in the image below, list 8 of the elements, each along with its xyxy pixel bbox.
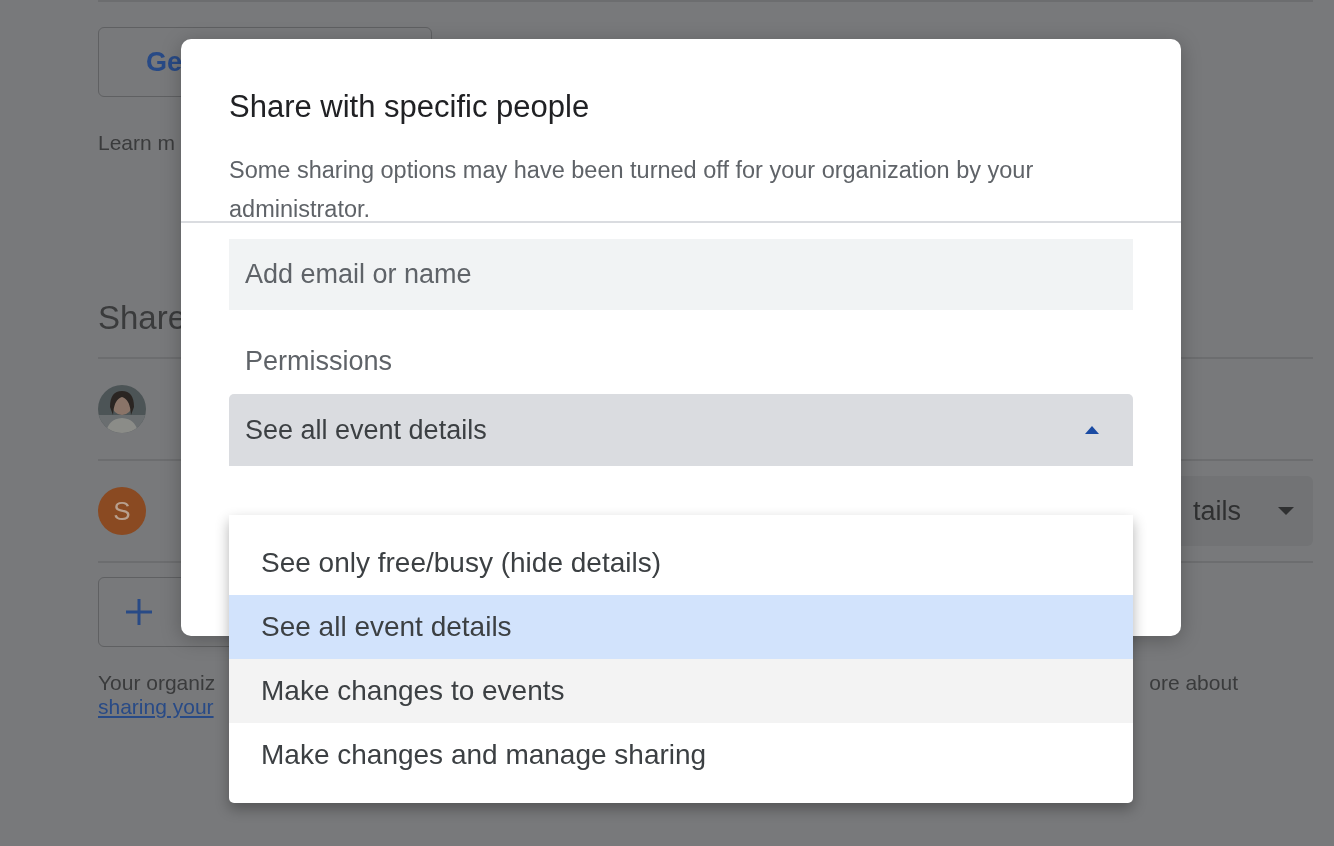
permissions-label: Permissions: [245, 346, 394, 376]
dialog-description: Some sharing options may have been turned off for your organization by your administrator.: [229, 156, 1035, 224]
dialog-title: Share with specific people: [229, 89, 591, 125]
section-title: Share: [98, 299, 188, 337]
avatar: S: [98, 487, 146, 535]
footer-text: ore about: [1149, 671, 1238, 695]
learn-more-text: Learn m: [98, 131, 177, 155]
footer-text: Your organiz: [98, 671, 216, 695]
